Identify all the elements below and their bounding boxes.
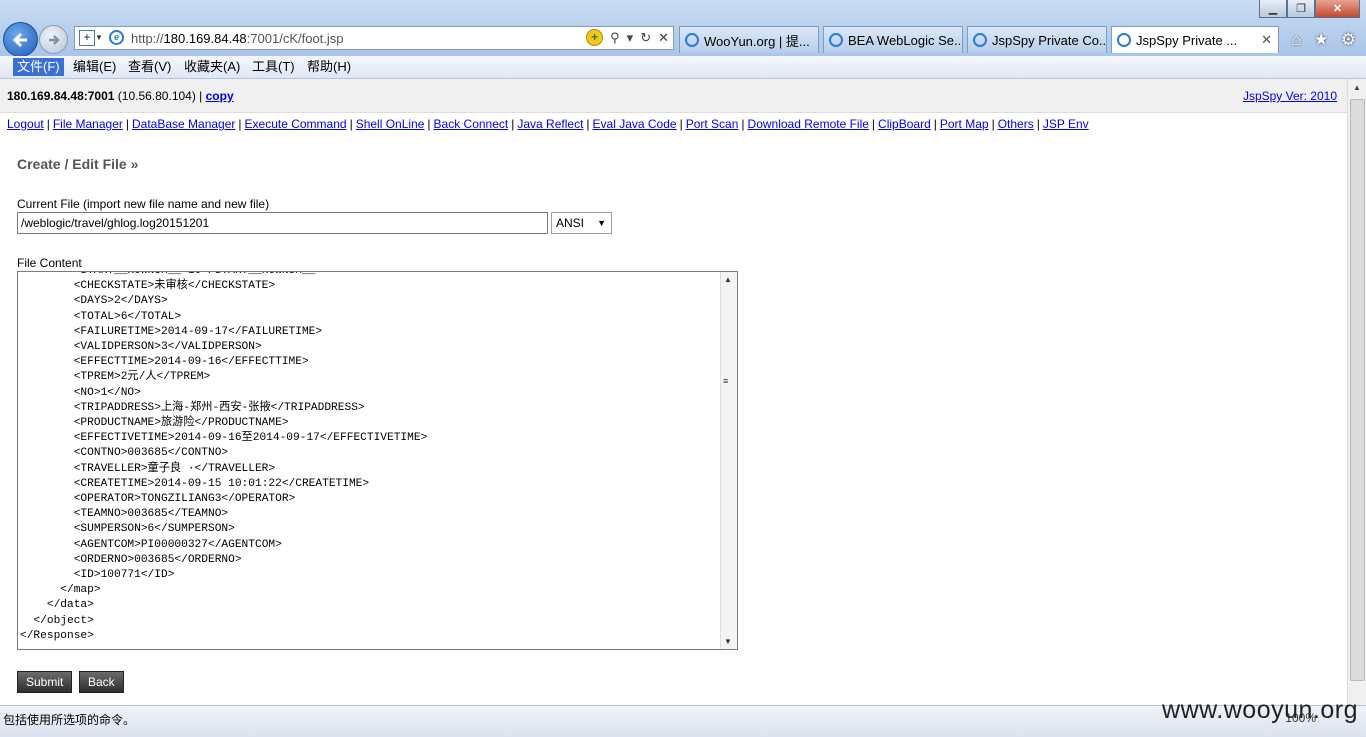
forward-arrow-icon: [48, 34, 60, 45]
tab-weblogic[interactable]: BEA WebLogic Se...: [823, 26, 963, 53]
menu-bar: 文件(F) 编辑(E) 查看(V) 收藏夹(A) 工具(T) 帮助(H): [0, 56, 1366, 79]
page-content: 180.169.84.48:7001 (10.56.80.104) | copy…: [0, 79, 1347, 705]
tab-wooyun[interactable]: WooYun.org | 提...: [679, 26, 819, 53]
scroll-up-icon[interactable]: ▲: [1353, 83, 1361, 92]
chevron-down-icon: ▼: [597, 218, 606, 228]
editor-scrollbar[interactable]: ▲ ≡ ▼: [720, 272, 737, 649]
host-address: 180.169.84.48:7001: [7, 89, 115, 103]
ie-tab-icon: [973, 33, 987, 47]
back-page-button[interactable]: Back: [79, 671, 124, 693]
submit-button[interactable]: Submit: [17, 671, 73, 693]
file-content-label: File Content: [17, 256, 82, 270]
chevron-down-icon[interactable]: ▼: [95, 33, 103, 42]
close-window-icon[interactable]: ✕: [1315, 0, 1360, 18]
link-logout[interactable]: Logout: [7, 117, 44, 131]
minimize-icon[interactable]: ▁: [1259, 0, 1287, 18]
search-icon[interactable]: ⚲: [610, 30, 620, 46]
link-download-remote-file[interactable]: Download Remote File: [748, 117, 869, 131]
menu-file[interactable]: 文件(F): [13, 58, 64, 76]
host-ip: (10.56.80.104) |: [114, 89, 206, 103]
status-text: 包括使用所选项的命令。: [3, 713, 136, 727]
scroll-up-icon[interactable]: ▲: [724, 275, 732, 284]
forward-button[interactable]: [39, 25, 68, 54]
ie-tab-icon: [829, 33, 843, 47]
link-execute-command[interactable]: Execute Command: [245, 117, 347, 131]
ie-tab-icon: [685, 33, 699, 47]
url-text[interactable]: http://180.169.84.48:7001/cK/foot.jsp: [131, 31, 344, 46]
link-java-reflect[interactable]: Java Reflect: [517, 117, 583, 131]
status-bar: 包括使用所选项的命令。 100% www.wooyun.org: [0, 696, 1366, 737]
link-eval-java-code[interactable]: Eval Java Code: [593, 117, 677, 131]
host-info-bar: 180.169.84.48:7001 (10.56.80.104) | copy…: [0, 79, 1347, 113]
copy-link[interactable]: copy: [206, 89, 234, 103]
link-others[interactable]: Others: [998, 117, 1034, 131]
toolbar-icons: ⌂ ★ ⚙: [1291, 30, 1356, 50]
compatibility-view-icon[interactable]: +: [586, 29, 604, 46]
link-file-manager[interactable]: File Manager: [53, 117, 123, 131]
tab-jspspy-1[interactable]: JspSpy Private Co...: [967, 26, 1107, 53]
host-line: 180.169.84.48:7001 (10.56.80.104) | copy: [7, 89, 234, 103]
gear-icon[interactable]: ⚙: [1341, 30, 1356, 50]
section-title: Create / Edit File »: [17, 156, 139, 172]
back-button[interactable]: [3, 22, 38, 57]
encoding-value: ANSI: [556, 216, 585, 230]
menu-help[interactable]: 帮助(H): [303, 58, 355, 76]
page-scrollbar[interactable]: ▲: [1347, 79, 1366, 705]
nav-links: Logout | File Manager | DataBase Manager | Exe…: [7, 117, 1089, 131]
link-jsp-env[interactable]: JSP Env: [1043, 117, 1089, 131]
link-port-map[interactable]: Port Map: [940, 117, 989, 131]
watermark: www.wooyun.org: [1162, 696, 1358, 724]
address-bar-icons: + ⚲ ▾ ↻ ✕: [586, 29, 669, 46]
scroll-grip-icon[interactable]: ≡: [723, 376, 728, 386]
tab-jspspy-active[interactable]: JspSpy Private ... ✕: [1111, 26, 1279, 53]
current-file-label: Current File (import new file name and n…: [17, 197, 270, 211]
menu-view[interactable]: 查看(V): [124, 58, 175, 76]
file-content-text[interactable]: <START__ROWNUM__>10</START__ROWNUM__> <C…: [20, 272, 427, 644]
close-tab-icon[interactable]: ✕: [1261, 32, 1272, 48]
link-back-connect[interactable]: Back Connect: [434, 117, 509, 131]
refresh-icon[interactable]: ↻: [640, 30, 651, 46]
address-bar[interactable]: + ▼ e http://180.169.84.48:7001/cK/foot.…: [74, 26, 674, 50]
maximize-icon[interactable]: ❐: [1287, 0, 1315, 18]
compat-page-icon[interactable]: +: [79, 30, 95, 46]
window-controls: ▁ ❐ ✕: [1259, 0, 1360, 18]
link-database-manager[interactable]: DataBase Manager: [132, 117, 235, 131]
menu-edit[interactable]: 编辑(E): [69, 58, 120, 76]
menu-tools[interactable]: 工具(T): [248, 58, 299, 76]
encoding-select[interactable]: ANSI ▼: [551, 212, 612, 234]
file-content-textarea[interactable]: <START__ROWNUM__>10</START__ROWNUM__> <C…: [17, 271, 738, 650]
menu-favorites[interactable]: 收藏夹(A): [180, 58, 244, 76]
version-link[interactable]: JspSpy Ver: 2010: [1243, 89, 1337, 103]
stop-icon[interactable]: ✕: [658, 30, 669, 46]
dropdown-icon[interactable]: ▾: [627, 30, 634, 46]
scroll-down-icon[interactable]: ▼: [724, 637, 732, 646]
home-icon[interactable]: ⌂: [1291, 30, 1301, 50]
current-file-input[interactable]: [17, 212, 548, 234]
ie-tab-icon: [1117, 33, 1131, 47]
link-port-scan[interactable]: Port Scan: [686, 117, 739, 131]
browser-chrome: ▁ ❐ ✕ + ▼ e http://180.169.84.48:7001/cK…: [0, 0, 1366, 57]
link-clipboard[interactable]: ClipBoard: [878, 117, 931, 131]
favorites-star-icon[interactable]: ★: [1314, 30, 1329, 50]
tab-strip: WooYun.org | 提... BEA WebLogic Se... Jsp…: [679, 26, 1283, 53]
ie-page-icon: e: [109, 30, 124, 45]
link-shell-online[interactable]: Shell OnLine: [356, 117, 425, 131]
back-arrow-icon: [12, 32, 27, 47]
scroll-thumb[interactable]: [1350, 99, 1365, 681]
